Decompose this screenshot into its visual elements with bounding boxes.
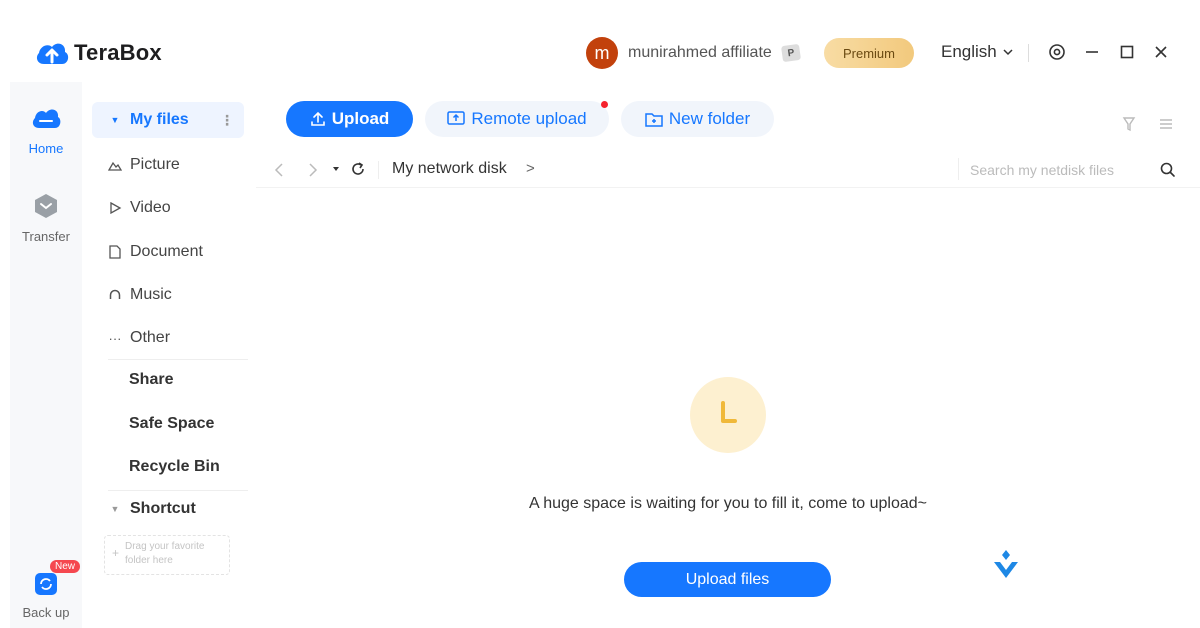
terabox-logo: TeraBox <box>34 38 162 68</box>
rail-label-backup: Back up <box>22 605 70 620</box>
title-bar: TeraBox m munirahmed affiliate P Premium… <box>0 0 1200 82</box>
sidebar-item-label: Picture <box>130 156 180 173</box>
sidebar-item-document[interactable]: Document <box>92 234 244 270</box>
rail-item-backup[interactable]: New Back up <box>10 560 82 620</box>
membership-badge: P <box>780 43 801 63</box>
forward-icon[interactable] <box>308 162 318 178</box>
sidebar-item-other[interactable]: ··· Other <box>92 320 244 356</box>
sidebar-item-picture[interactable]: Picture <box>92 147 244 183</box>
upload-icon <box>310 111 325 126</box>
left-rail: Home Transfer New Back up <box>10 82 82 628</box>
new-folder-button[interactable]: New folder <box>621 101 774 137</box>
caret-down-icon[interactable] <box>332 165 340 173</box>
search-icon[interactable] <box>1158 160 1178 180</box>
divider <box>1028 44 1029 62</box>
main-content: Upload Remote upload New folder My netwo… <box>256 82 1200 628</box>
sidebar-item-video[interactable]: Video <box>92 190 244 226</box>
shortcut-drop-zone[interactable]: + Drag your favorite folder here <box>104 535 230 575</box>
app-name: TeraBox <box>74 40 162 65</box>
plus-icon: + <box>112 546 120 560</box>
sidebar-item-recycle-bin[interactable]: Recycle Bin <box>92 449 244 485</box>
chevron-down-icon <box>1003 49 1013 56</box>
sidebar-item-label: Shortcut <box>130 500 196 517</box>
user-account[interactable]: m munirahmed affiliate P <box>586 37 801 69</box>
caret-down-icon: ▼ <box>110 115 120 125</box>
sidebar-item-label: Music <box>130 286 172 303</box>
avatar[interactable]: m <box>586 37 618 69</box>
remote-upload-label: Remote upload <box>471 109 587 128</box>
video-icon <box>110 202 122 214</box>
empty-message: A huge space is waiting for you to fill … <box>528 495 927 512</box>
refresh-icon[interactable] <box>350 161 366 177</box>
notification-dot <box>601 101 608 108</box>
filter-icon[interactable] <box>1122 116 1138 132</box>
language-selector[interactable]: English <box>941 42 1013 62</box>
more-icon[interactable]: ⋮ <box>220 112 234 129</box>
list-view-icon[interactable] <box>1158 116 1174 132</box>
upload-files-button[interactable]: Upload files <box>624 562 831 597</box>
premium-button[interactable]: Premium <box>824 38 914 68</box>
divider <box>108 359 248 360</box>
music-icon <box>109 289 121 299</box>
rail-item-home[interactable]: Home <box>10 104 82 156</box>
picture-icon <box>108 161 122 171</box>
breadcrumb[interactable]: My network disk <box>392 160 507 178</box>
backup-icon <box>35 573 57 595</box>
divider <box>958 158 959 180</box>
watermark-logo-icon <box>994 550 1018 578</box>
sidebar-item-label: Video <box>130 199 171 216</box>
language-label: English <box>941 42 997 61</box>
minimize-icon[interactable] <box>1080 40 1104 64</box>
document-icon <box>109 245 121 259</box>
other-icon: ··· <box>108 330 122 346</box>
breadcrumb-arrow: > <box>526 160 535 177</box>
rail-label-home: Home <box>28 141 64 156</box>
divider <box>378 161 379 179</box>
view-controls <box>1122 116 1174 132</box>
new-badge: New <box>50 560 81 573</box>
remote-upload-icon <box>447 111 466 125</box>
drop-hint: Drag your favorite <box>125 541 205 552</box>
rail-item-transfer[interactable]: Transfer <box>10 192 82 244</box>
category-sidebar: ▼ My files ⋮ Picture Video Document Musi… <box>92 82 254 628</box>
sidebar-item-safe-space[interactable]: Safe Space <box>92 406 244 442</box>
path-bar: My network disk > <box>256 152 1200 188</box>
upload-button[interactable]: Upload <box>286 101 413 137</box>
rail-label-transfer: Transfer <box>22 229 70 244</box>
empty-clock-icon <box>690 377 766 453</box>
home-cloud-icon <box>32 109 61 128</box>
sidebar-item-label: Other <box>130 329 171 346</box>
drop-hint: folder here <box>125 555 173 566</box>
sidebar-item-my-files[interactable]: ▼ My files ⋮ <box>92 102 244 138</box>
remote-upload-button[interactable]: Remote upload <box>425 101 609 137</box>
sidebar-item-label: Document <box>130 243 203 260</box>
sidebar-item-music[interactable]: Music <box>92 277 244 313</box>
search-input[interactable] <box>970 156 1150 184</box>
settings-icon[interactable] <box>1045 40 1069 64</box>
maximize-icon[interactable] <box>1115 40 1139 64</box>
close-icon[interactable] <box>1149 40 1173 64</box>
username[interactable]: munirahmed affiliate <box>628 44 772 62</box>
back-icon[interactable] <box>274 162 284 178</box>
sidebar-item-shortcut[interactable]: ▼ Shortcut <box>92 491 244 527</box>
sidebar-item-share[interactable]: Share <box>92 362 244 398</box>
transfer-icon <box>35 194 57 218</box>
new-folder-icon <box>645 112 663 127</box>
new-folder-label: New folder <box>668 109 751 128</box>
upload-label: Upload <box>331 109 390 128</box>
cloud-logo-icon <box>36 43 69 64</box>
sidebar-item-label: My files <box>130 111 189 128</box>
caret-down-icon: ▼ <box>110 504 120 514</box>
